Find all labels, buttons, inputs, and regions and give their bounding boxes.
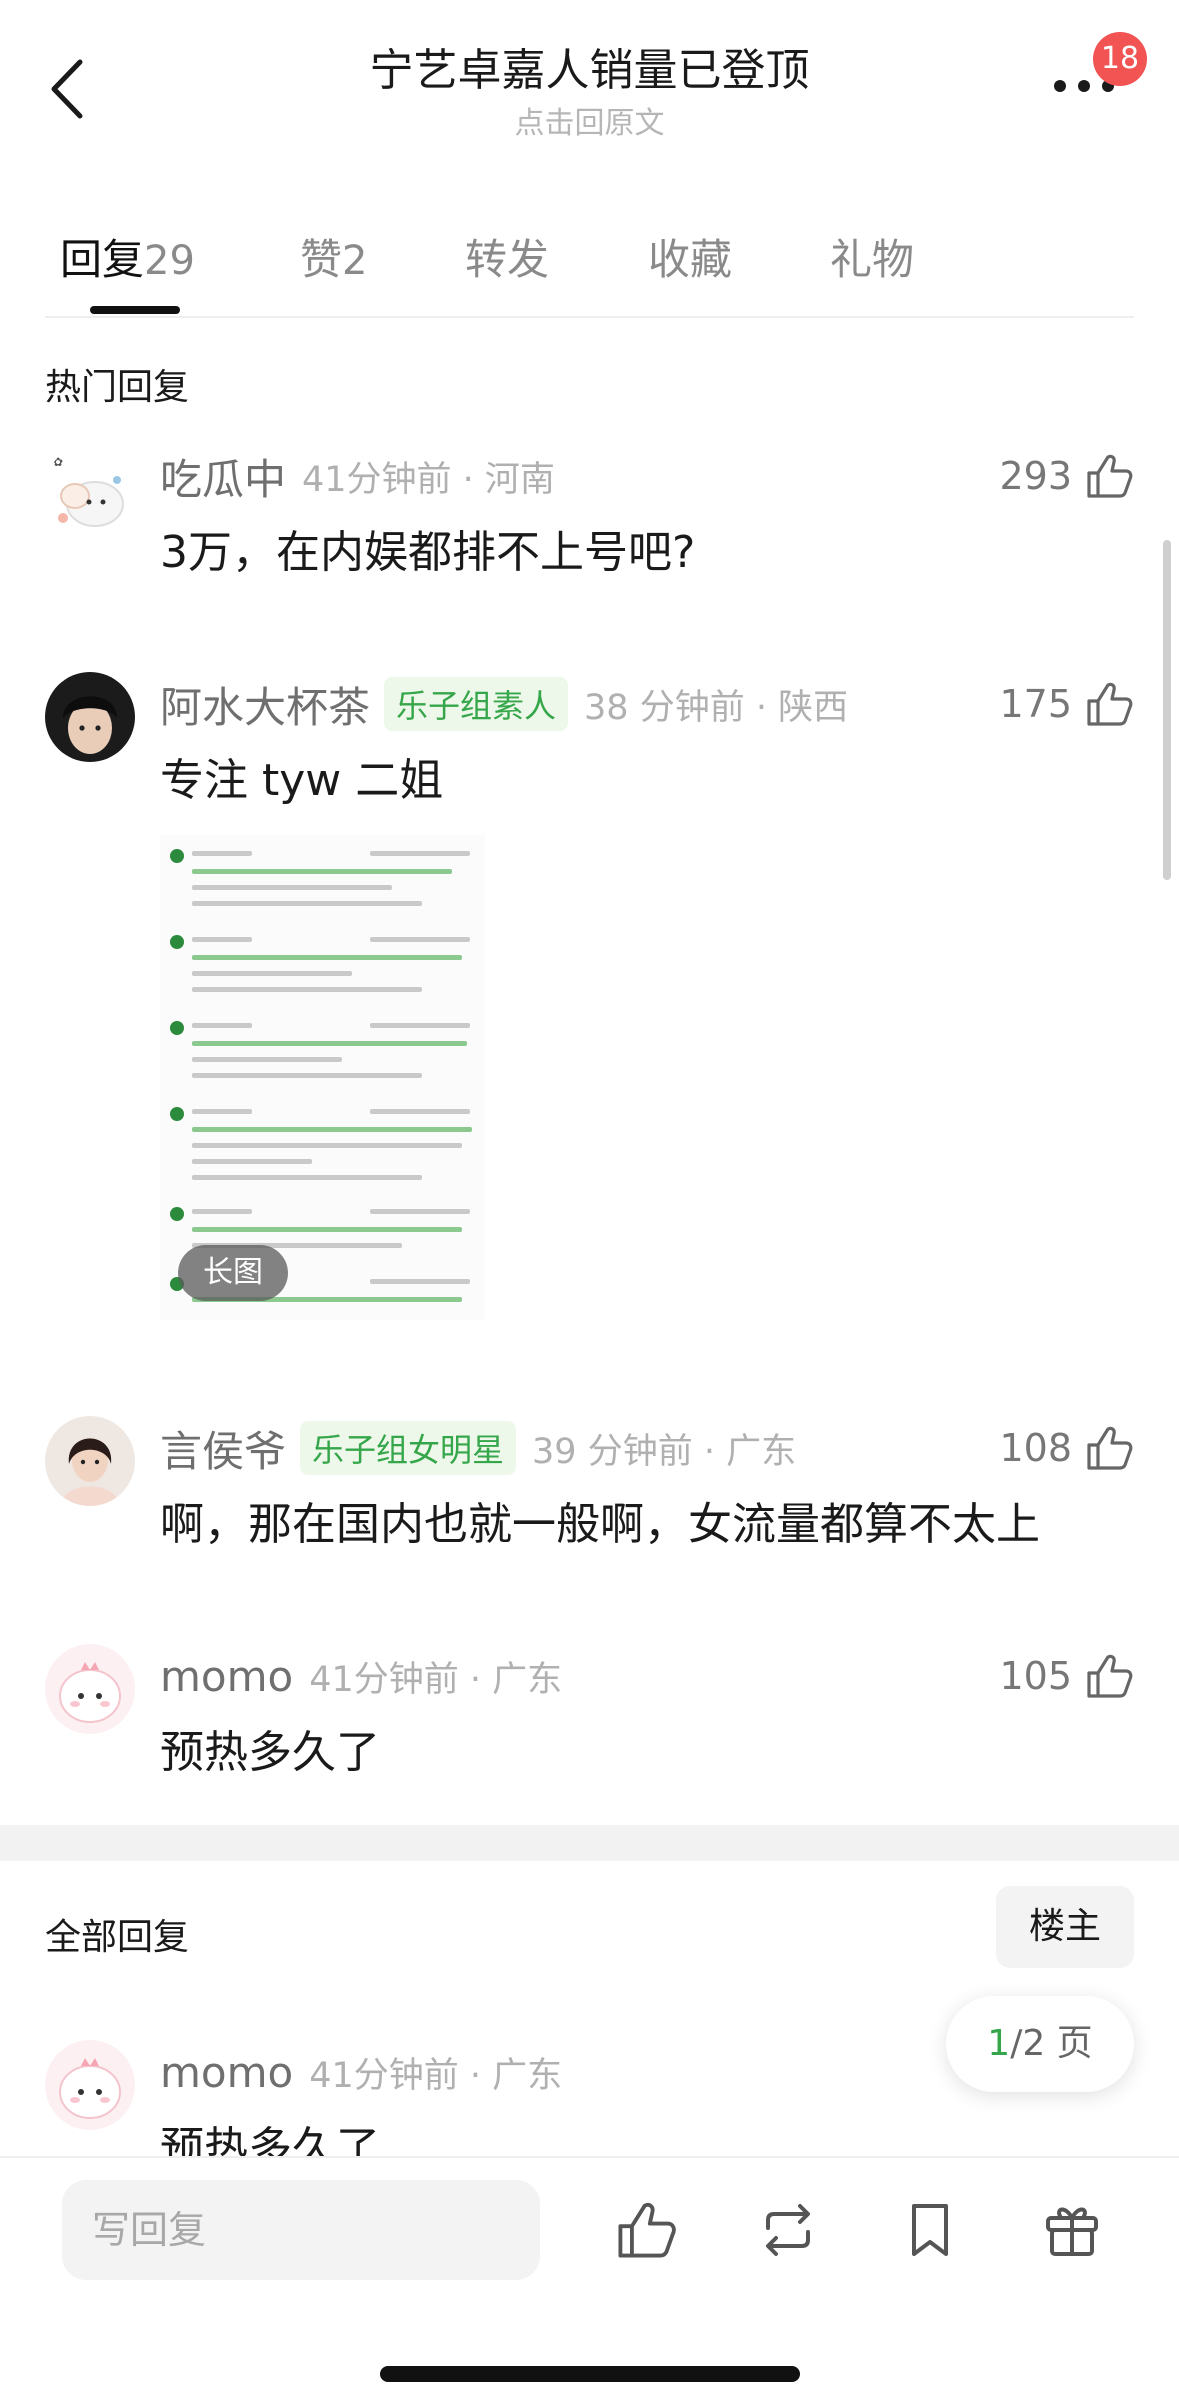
- like-count: 175: [999, 682, 1072, 726]
- timestamp-location: 41分钟前 · 广东: [309, 2055, 563, 2096]
- bottom-action-bar: 写回复: [0, 2156, 1179, 2405]
- like-button[interactable]: 108: [999, 1418, 1134, 1478]
- comment-meta: momo 41分钟前 · 广东: [160, 1646, 562, 1706]
- timestamp-location: 41分钟前 · 河南: [302, 459, 555, 500]
- like-button[interactable]: 105: [999, 1646, 1134, 1706]
- active-tab-indicator: [90, 306, 180, 314]
- tab-count: 29: [144, 238, 195, 284]
- reply-input[interactable]: 写回复: [62, 2180, 540, 2280]
- thumbs-up-icon: [1087, 454, 1133, 498]
- timestamp-location: 39 分钟前 · 广东: [532, 1431, 797, 1472]
- comment-meta: 阿水大杯茶 乐子组素人 38 分钟前 · 陕西: [160, 674, 848, 734]
- tab-label: 赞: [300, 235, 343, 284]
- long-image-badge: 长图: [178, 1245, 288, 1301]
- avatar[interactable]: [45, 2040, 135, 2130]
- comment-text: 啊，那在国内也就一般啊，女流量都算不太上: [160, 1499, 1040, 1550]
- timestamp-location: 41分钟前 · 广东: [309, 1659, 563, 1700]
- like-post-button[interactable]: [614, 2198, 678, 2262]
- tab-reposts[interactable]: 转发: [465, 226, 549, 287]
- username[interactable]: 言侯爷: [160, 1418, 286, 1479]
- comment-text: 3万，在内娱都排不上号吧?: [160, 527, 696, 578]
- tab-favorites[interactable]: 收藏: [648, 226, 732, 287]
- section-separator: [0, 1825, 1179, 1861]
- bookmark-icon: [912, 2204, 948, 2256]
- like-count: 105: [999, 1654, 1072, 1698]
- tab-label: 礼物: [830, 235, 915, 284]
- comment-text: 专注 tyw 二姐: [160, 755, 444, 806]
- tab-label: 收藏: [648, 235, 733, 284]
- log-entry: [170, 933, 475, 1019]
- thumbs-up-icon: [1087, 1654, 1133, 1698]
- tab-replies[interactable]: 回复29: [60, 226, 195, 287]
- log-entry: [170, 1105, 475, 1191]
- like-button[interactable]: 293: [999, 446, 1134, 506]
- username[interactable]: momo: [160, 2048, 293, 2097]
- notification-badge: 18: [1093, 32, 1147, 86]
- user-tag: 乐子组素人: [384, 677, 569, 731]
- scrollbar[interactable]: [1163, 540, 1171, 880]
- like-count: 293: [999, 454, 1072, 498]
- page-indicator-button[interactable]: 1/2 页: [946, 1996, 1134, 2092]
- avatar[interactable]: [45, 1644, 135, 1734]
- page-title: 宁艺卓嘉人销量已登顶: [369, 45, 810, 96]
- cartoon-avatar-icon: [45, 2040, 135, 2130]
- like-count: 108: [999, 1426, 1072, 1470]
- thumbs-up-icon: [1087, 1426, 1133, 1470]
- timestamp-location: 38 分钟前 · 陕西: [584, 687, 849, 728]
- log-entry: [170, 847, 475, 933]
- avatar[interactable]: ✿: [45, 444, 135, 534]
- tab-gifts[interactable]: 礼物: [830, 226, 914, 287]
- header: 宁艺卓嘉人销量已登顶 点击回原文: [240, 40, 939, 144]
- portrait-avatar-icon: [45, 1416, 135, 1506]
- comment-meta: 言侯爷 乐子组女明星 39 分钟前 · 广东: [160, 1418, 796, 1478]
- thumbs-up-icon: [1087, 682, 1133, 726]
- hot-replies-title: 热门回复: [45, 367, 190, 408]
- comment-text: 预热多久了: [160, 1727, 380, 1778]
- gift-button[interactable]: [1040, 2198, 1104, 2262]
- reply-placeholder: 写回复: [92, 2208, 207, 2252]
- tab-bar: 回复29 赞2 转发 收藏 礼物: [0, 214, 1179, 316]
- comment-image[interactable]: 长图: [160, 835, 485, 1320]
- bookmark-button[interactable]: [898, 2198, 962, 2262]
- log-entry: [170, 1019, 475, 1105]
- tab-label: 回复: [60, 235, 145, 284]
- username[interactable]: 阿水大杯茶: [160, 674, 370, 735]
- username[interactable]: momo: [160, 1652, 293, 1701]
- back-button[interactable]: [44, 56, 92, 122]
- chevron-left-icon: [51, 59, 83, 119]
- like-button[interactable]: 175: [999, 674, 1134, 734]
- user-tag: 乐子组女明星: [300, 1421, 517, 1475]
- all-replies-title: 全部回复: [45, 1917, 190, 1958]
- back-to-original-link[interactable]: 点击回原文: [240, 104, 939, 144]
- portrait-avatar-icon: [45, 672, 135, 762]
- comment-meta: 吃瓜中 41分钟前 · 河南: [160, 446, 555, 506]
- tab-count: 2: [342, 238, 368, 284]
- tab-label: 转发: [465, 235, 550, 284]
- cat-avatar-icon: ✿: [45, 444, 135, 534]
- total-pages: /2 页: [1010, 2023, 1093, 2064]
- svg-text:✿: ✿: [53, 455, 63, 469]
- host-only-button[interactable]: 楼主: [996, 1886, 1134, 1968]
- home-indicator: [380, 2366, 800, 2382]
- comment-meta: momo 41分钟前 · 广东: [160, 2042, 562, 2102]
- username[interactable]: 吃瓜中: [160, 446, 286, 507]
- avatar[interactable]: [45, 672, 135, 762]
- tab-likes[interactable]: 赞2: [300, 226, 367, 287]
- gift-icon: [1046, 2207, 1098, 2256]
- current-page: 1: [987, 2023, 1011, 2064]
- cartoon-avatar-icon: [45, 1644, 135, 1734]
- repost-button[interactable]: [756, 2198, 820, 2262]
- avatar[interactable]: [45, 1416, 135, 1506]
- thumbs-up-icon: [618, 2202, 676, 2258]
- divider: [45, 316, 1134, 318]
- repost-icon: [766, 2204, 810, 2256]
